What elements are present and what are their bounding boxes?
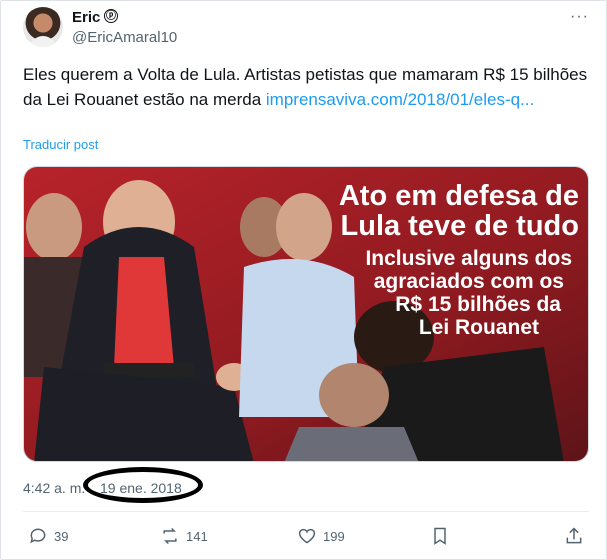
like-count: 199 [323, 528, 345, 544]
bookmark-button[interactable] [430, 526, 450, 546]
hand-drawn-circle [83, 467, 203, 503]
repost-icon [163, 527, 177, 545]
translate-link[interactable]: Traducir post [23, 137, 98, 152]
like-button[interactable]: 199 [297, 526, 345, 546]
avatar[interactable] [23, 7, 63, 47]
share-icon [566, 527, 582, 544]
reply-button[interactable]: 39 [28, 526, 68, 546]
author-name[interactable]: Eric [72, 9, 100, 26]
tweet-link[interactable]: imprensaviva.com/2018/01/eles-q... [266, 90, 534, 109]
time-value[interactable]: 4:42 a. m. [23, 480, 85, 496]
subtext-line-3: R$ 15 bilhões da [395, 293, 561, 316]
bookmark-icon [434, 527, 446, 545]
author-handle[interactable]: @EricAmaral10 [72, 29, 177, 46]
divider [23, 511, 589, 512]
subtext-line-4: Lei Rouanet [419, 316, 539, 339]
heart-icon [298, 528, 316, 544]
share-button[interactable] [564, 526, 584, 546]
tweet-text: Eles querem a Volta de Lula. Artistas pe… [23, 62, 589, 112]
tweet-time[interactable]: 4:42 a. m. [23, 480, 85, 496]
reply-count: 39 [54, 528, 69, 544]
affiliate-badge-icon: ⓟ [104, 9, 118, 23]
tweet-image[interactable]: Ato em defesa de Lula teve de tudo Inclu… [23, 166, 589, 462]
repost-button[interactable]: 141 [160, 526, 208, 546]
more-dots-icon[interactable]: ··· [570, 8, 589, 26]
reply-icon [30, 528, 46, 544]
headline-line-1: Ato em defesa de [339, 180, 579, 212]
subtext-line-1: Inclusive alguns dos [365, 247, 572, 270]
headline-line-2: Lula teve de tudo [341, 210, 579, 242]
subtext-line-2: agraciados com os [374, 270, 564, 293]
repost-count: 141 [186, 528, 208, 544]
